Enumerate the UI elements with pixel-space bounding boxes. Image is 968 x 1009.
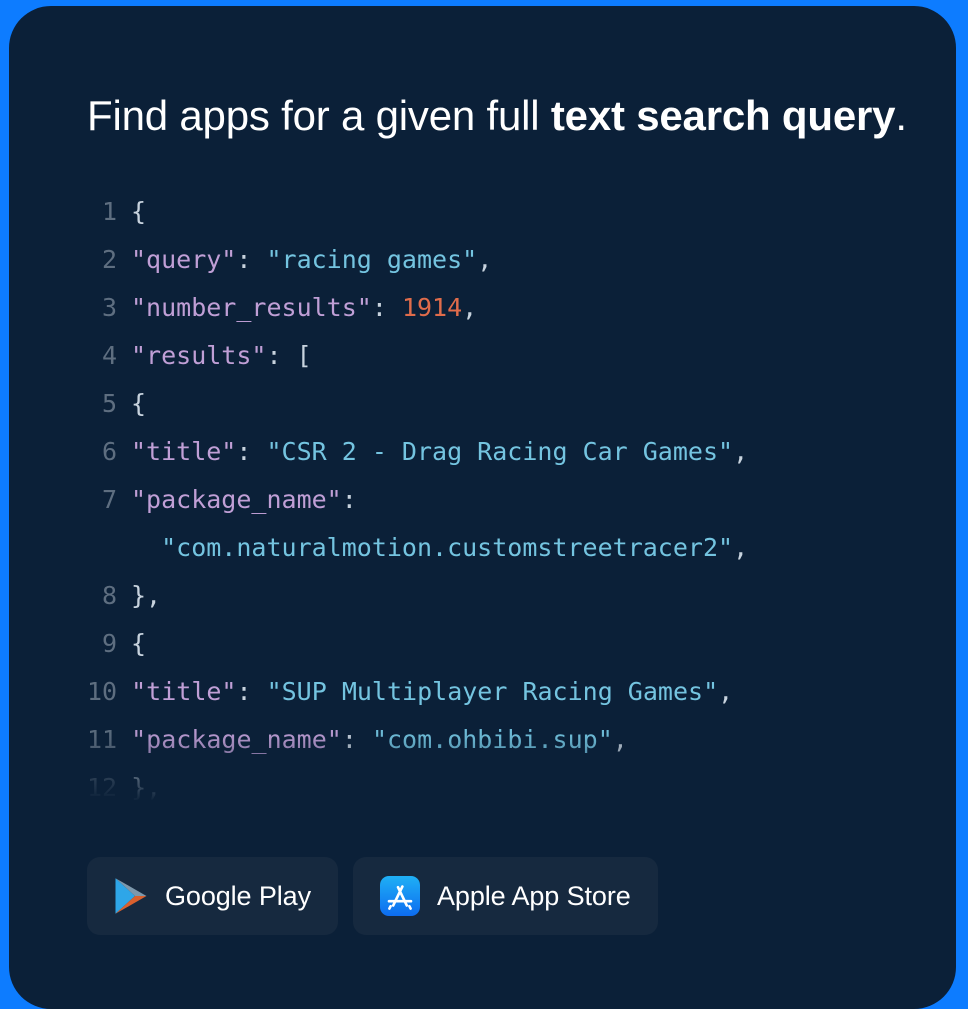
apple-app-store-button[interactable]: Apple App Store [353,857,658,935]
code-token-key: "results" [131,341,267,370]
code-token-punct: , [733,437,749,466]
google-play-icon [115,878,147,914]
code-token-punct: , [612,725,628,754]
code-line-number: 3 [101,293,117,322]
code-token-key: "title" [131,677,237,706]
code-token-key: "query" [131,245,237,274]
code-line-content: "number_results": 1914, [131,284,907,332]
code-line-content: "results": [ [131,332,907,380]
code-token-str: "SUP Multiplayer Racing Games" [266,677,719,706]
code-line: 11 "package_name": "com.ohbibi.sup", [87,716,907,764]
code-line-content: { [131,380,907,428]
code-token-num: 1914 [401,293,463,322]
code-line: 6 "title": "CSR 2 - Drag Racing Car Games… [87,428,907,476]
code-line: 1{ [87,188,907,236]
code-token-punct: }, [131,773,162,802]
google-play-button[interactable]: Google Play [87,857,338,935]
code-token-str: "racing games" [266,245,478,274]
code-token-punct: , [477,245,493,274]
code-line: 8}, [87,572,907,620]
code-token-punct: : [371,293,402,322]
code-token-punct: { [131,389,147,418]
code-line-content: "package_name": [131,476,907,524]
code-line: 9{ [87,620,907,668]
code-token-punct: : [236,245,267,274]
code-line-content: { [131,620,907,668]
code-line-number: 1 [101,197,117,226]
code-token-punct: , [733,533,749,562]
code-line-content: "title": "SUP Multiplayer Racing Games", [131,668,907,716]
code-line: 4 "results": [ [87,332,907,380]
code-token-punct: : [341,725,372,754]
page-title: Find apps for a given full text search q… [87,88,907,144]
code-token-punct: , [718,677,734,706]
code-line: "com.naturalmotion.customstreetracer2", [87,524,907,572]
page-title-emphasis: text search query [550,92,896,139]
code-token-str: "com.naturalmotion.customstreetracer2" [131,533,734,562]
code-token-punct: : [ [266,341,312,370]
code-line-content: { [131,188,907,236]
code-line: 10 "title": "SUP Multiplayer Racing Games… [87,668,907,716]
code-line-content: }, [131,572,907,620]
code-line: 5{ [87,380,907,428]
store-button-group: Google Play Apple App Store [87,857,658,935]
code-token-punct: { [131,629,147,658]
code-token-key: "title" [131,437,237,466]
page-title-lead: Find apps for a given full [87,92,551,139]
code-line-content: "package_name": "com.ohbibi.sup", [131,716,907,764]
code-line-content: }, [131,764,907,803]
code-line: 3 "number_results": 1914, [87,284,907,332]
feature-card: Find apps for a given full text search q… [9,6,956,1009]
code-line-number: 9 [101,629,117,658]
code-token-key: "package_name" [131,725,342,754]
code-line: 2 "query": "racing games", [87,236,907,284]
code-token-str: "com.ohbibi.sup" [371,725,613,754]
code-token-key: "number_results" [131,293,372,322]
code-line-content: "com.naturalmotion.customstreetracer2", [131,524,907,572]
code-line-number: 4 [101,341,117,370]
code-line-number: 11 [87,725,118,754]
code-token-punct: { [131,197,147,226]
code-line-number: 7 [101,485,117,514]
code-token-punct: , [462,293,478,322]
app-frame: Find apps for a given full text search q… [0,0,968,1009]
code-token-punct: : [236,677,267,706]
code-sample-json[interactable]: 1{2 "query": "racing games", 3 "number_resu… [87,188,907,803]
google-play-label: Google Play [165,880,311,911]
code-token-punct: }, [131,581,162,610]
code-line: 7 "package_name": [87,476,907,524]
code-token-punct: : [341,485,357,514]
code-token-str: "CSR 2 - Drag Racing Car Games" [266,437,734,466]
code-token-key: "package_name" [131,485,342,514]
page-title-trail: . [895,92,907,139]
code-line: 12}, [87,764,907,803]
code-line-number: 5 [101,389,117,418]
apple-app-store-label: Apple App Store [437,880,631,911]
code-line-content: "query": "racing games", [131,236,907,284]
code-token-punct: : [236,437,267,466]
code-line-content: "title": "CSR 2 - Drag Racing Car Games"… [131,428,907,476]
code-line-number: 10 [87,677,118,706]
code-line-number: 12 [87,773,118,802]
code-line-number: 8 [101,581,117,610]
apple-app-store-icon [380,876,420,916]
code-line-number: 6 [101,437,117,466]
code-line-number: 2 [101,245,117,274]
